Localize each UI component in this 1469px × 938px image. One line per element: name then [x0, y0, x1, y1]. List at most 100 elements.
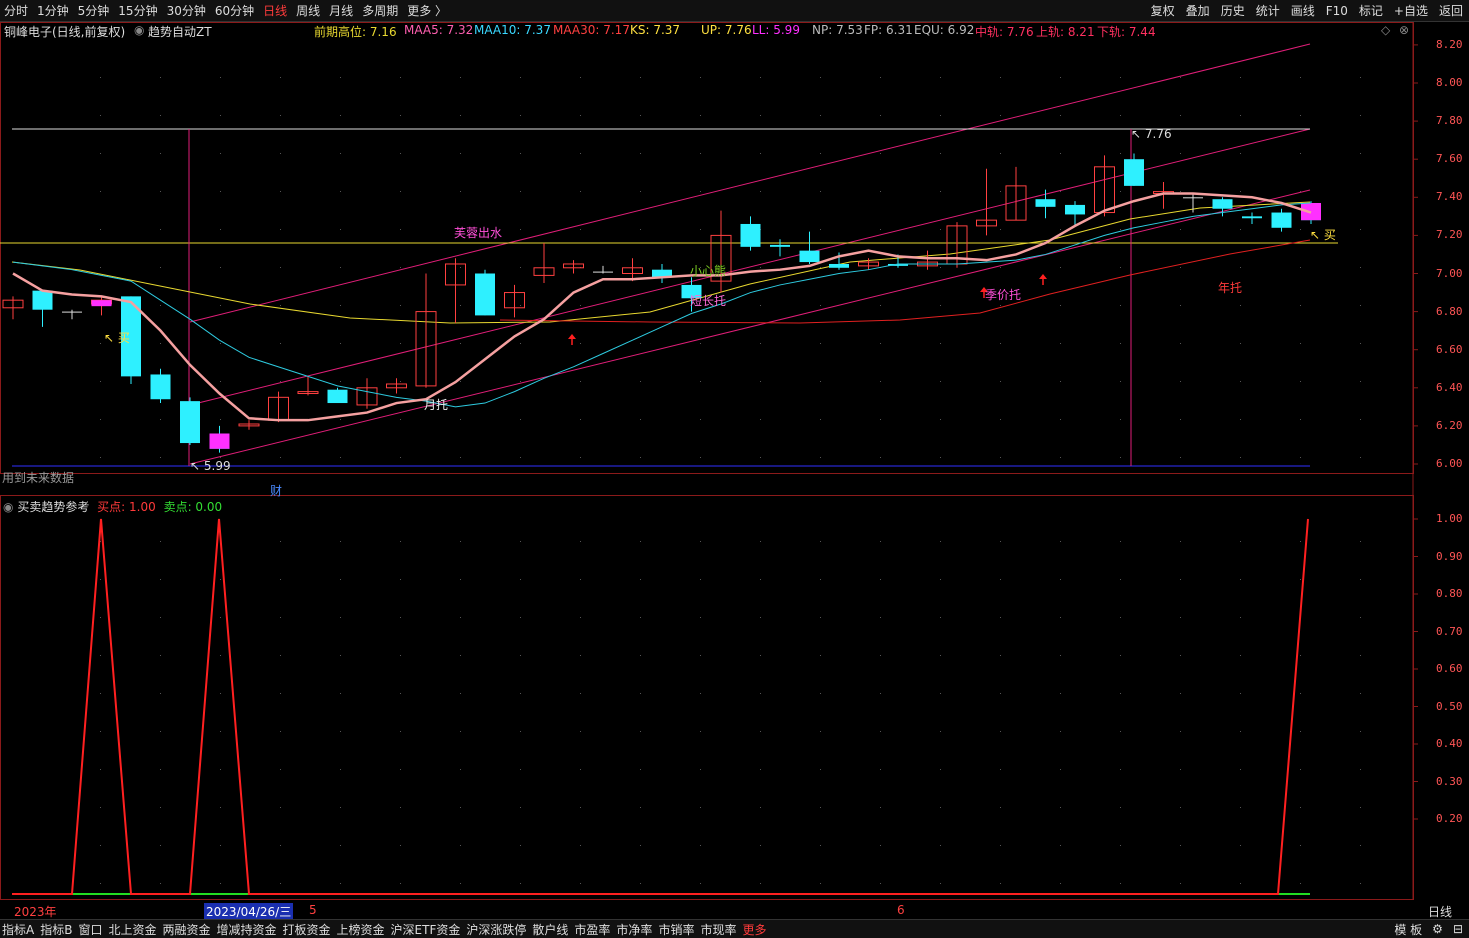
period-tab-0[interactable]: 分时 — [4, 2, 28, 19]
grid-dot — [460, 343, 461, 344]
grid-dot — [1360, 769, 1361, 770]
grid-dot — [1240, 807, 1241, 808]
period-tab-7[interactable]: 周线 — [296, 2, 320, 19]
period-tab-5[interactable]: 60分钟 — [215, 2, 254, 19]
grid-dot — [400, 191, 401, 192]
grid-dot — [160, 457, 161, 458]
period-tab-8[interactable]: 月线 — [329, 2, 353, 19]
grid-dot — [160, 579, 161, 580]
period-tab-4[interactable]: 30分钟 — [167, 2, 206, 19]
indicator-tick-3: 0.70 — [1436, 624, 1463, 638]
grid-dot — [700, 343, 701, 344]
grid-dot — [1120, 883, 1121, 884]
indicator-tab-10[interactable]: 散户线 — [532, 921, 568, 938]
grid-dot — [1060, 579, 1061, 580]
grid-dot — [1360, 541, 1361, 542]
grid-dot — [1000, 845, 1001, 846]
bottom-tool-0[interactable]: 模 板 — [1394, 921, 1422, 938]
grid-dot — [220, 883, 221, 884]
period-tab-6[interactable]: 日线 — [263, 2, 287, 19]
indicator-tick-8: 0.20 — [1436, 812, 1463, 825]
grid-dot — [580, 381, 581, 382]
grid-dot — [880, 769, 881, 770]
grid-dot — [1120, 579, 1121, 580]
grid-dot — [160, 115, 161, 116]
finance-marker[interactable]: 财 — [270, 482, 282, 499]
indicator-tab-2[interactable]: 窗口 — [78, 921, 102, 938]
period-tab-2[interactable]: 5分钟 — [78, 2, 110, 19]
grid-dot — [100, 457, 101, 458]
grid-dot — [760, 77, 761, 78]
grid-dot — [940, 617, 941, 618]
grid-dot — [760, 579, 761, 580]
indicator-tab-8[interactable]: 沪深ETF资金 — [391, 921, 461, 938]
grid-dot — [1240, 457, 1241, 458]
grid-dot — [340, 343, 341, 344]
indicator-tab-9[interactable]: 沪深涨跌停 — [466, 921, 526, 938]
period-tab-9[interactable]: 多周期 — [362, 2, 398, 19]
grid-dot — [400, 693, 401, 694]
indicator-tab-14[interactable]: 市现率 — [700, 921, 736, 938]
tool-button-0[interactable]: 复权 — [1151, 2, 1175, 19]
grid-dot — [940, 541, 941, 542]
grid-dot — [760, 457, 761, 458]
indicator-tab-13[interactable]: 市销率 — [658, 921, 694, 938]
sub-settings-icon[interactable]: ◉ — [3, 500, 13, 514]
grid-dot — [580, 883, 581, 884]
period-tab-1[interactable]: 1分钟 — [37, 2, 69, 19]
long-ma-line — [11, 201, 1311, 324]
grid-dot — [1180, 807, 1181, 808]
indicator-tab-15[interactable]: 更多 — [742, 921, 766, 938]
tool-button-5[interactable]: F10 — [1326, 4, 1348, 18]
ma10-line — [12, 202, 1312, 408]
tool-button-6[interactable]: 标记 — [1359, 2, 1383, 19]
grid-dot — [760, 693, 761, 694]
grid-dot — [1240, 883, 1241, 884]
tool-button-1[interactable]: 叠加 — [1186, 2, 1210, 19]
candle-body-down — [1183, 197, 1203, 199]
period-tab-3[interactable]: 15分钟 — [118, 2, 157, 19]
grid-dot — [1060, 77, 1061, 78]
tool-button-4[interactable]: 画线 — [1291, 2, 1315, 19]
grid-dot — [1300, 267, 1301, 268]
indicator-tab-5[interactable]: 增减持资金 — [217, 921, 277, 938]
period-label[interactable]: 日线 — [1428, 903, 1452, 920]
period-tab-10[interactable]: 更多 〉 — [407, 2, 447, 19]
grid-dot — [880, 731, 881, 732]
grid-dot — [640, 381, 641, 382]
grid-dot — [280, 343, 281, 344]
grid-dot — [700, 769, 701, 770]
indicator-tab-7[interactable]: 上榜资金 — [337, 921, 385, 938]
indicator-tab-12[interactable]: 市净率 — [616, 921, 652, 938]
tool-button-3[interactable]: 统计 — [1256, 2, 1280, 19]
grid-dot — [340, 845, 341, 846]
grid-dot — [1360, 229, 1361, 230]
indicator-tab-6[interactable]: 打板资金 — [283, 921, 331, 938]
grid-dot — [760, 115, 761, 116]
indicator-tab-1[interactable]: 指标B — [40, 921, 72, 938]
tool-button-2[interactable]: 历史 — [1221, 2, 1245, 19]
bottom-tool-1[interactable]: ⚙ — [1432, 922, 1443, 936]
short-long-support: 短长托 — [690, 294, 727, 308]
grid-dot — [1240, 655, 1241, 656]
bottom-tool-2[interactable]: ⊟ — [1453, 922, 1463, 936]
grid-dot — [1360, 693, 1361, 694]
grid-dot — [1180, 693, 1181, 694]
grid-dot — [1180, 267, 1181, 268]
indicator-tab-11[interactable]: 市盈率 — [574, 921, 610, 938]
grid-dot — [280, 267, 281, 268]
grid-dot — [460, 617, 461, 618]
tool-button-8[interactable]: 返回 — [1439, 2, 1463, 19]
sub-indicator-title[interactable]: 买卖趋势参考 — [17, 500, 89, 514]
grid-dot — [580, 617, 581, 618]
indicator-tab-0[interactable]: 指标A — [2, 921, 34, 938]
tool-button-7[interactable]: +自选 — [1394, 2, 1428, 19]
grid-dot — [1300, 115, 1301, 116]
grid-dot — [700, 617, 701, 618]
indicator-tab-3[interactable]: 北上资金 — [108, 921, 156, 938]
indicator-tab-4[interactable]: 两融资金 — [162, 921, 210, 938]
price-tick-0: 8.20 — [1436, 37, 1463, 51]
grid-dot — [940, 419, 941, 420]
grid-dot — [580, 191, 581, 192]
grid-dot — [100, 883, 101, 884]
